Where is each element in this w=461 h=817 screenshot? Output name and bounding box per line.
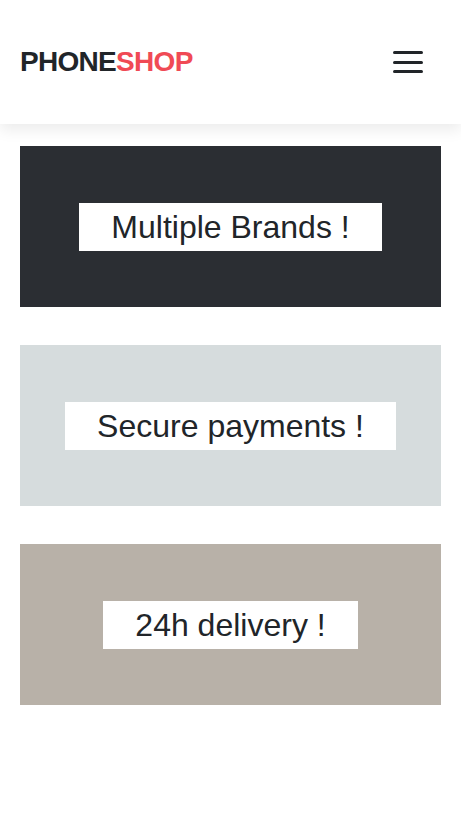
feature-card: 24h delivery ! xyxy=(20,544,441,705)
menu-icon[interactable] xyxy=(393,49,423,75)
feature-label: Multiple Brands ! xyxy=(79,203,381,251)
feature-card: Multiple Brands ! xyxy=(20,146,441,307)
feature-list: Multiple Brands ! Secure payments ! 24h de… xyxy=(0,124,461,745)
feature-label: 24h delivery ! xyxy=(103,601,357,649)
feature-card: Secure payments ! xyxy=(20,345,441,506)
feature-label: Secure payments ! xyxy=(65,402,396,450)
header: PHONESHOP xyxy=(0,0,461,124)
page: PHONESHOP Multiple Brands ! Secure payment… xyxy=(0,0,461,817)
logo[interactable]: PHONESHOP xyxy=(20,44,193,80)
